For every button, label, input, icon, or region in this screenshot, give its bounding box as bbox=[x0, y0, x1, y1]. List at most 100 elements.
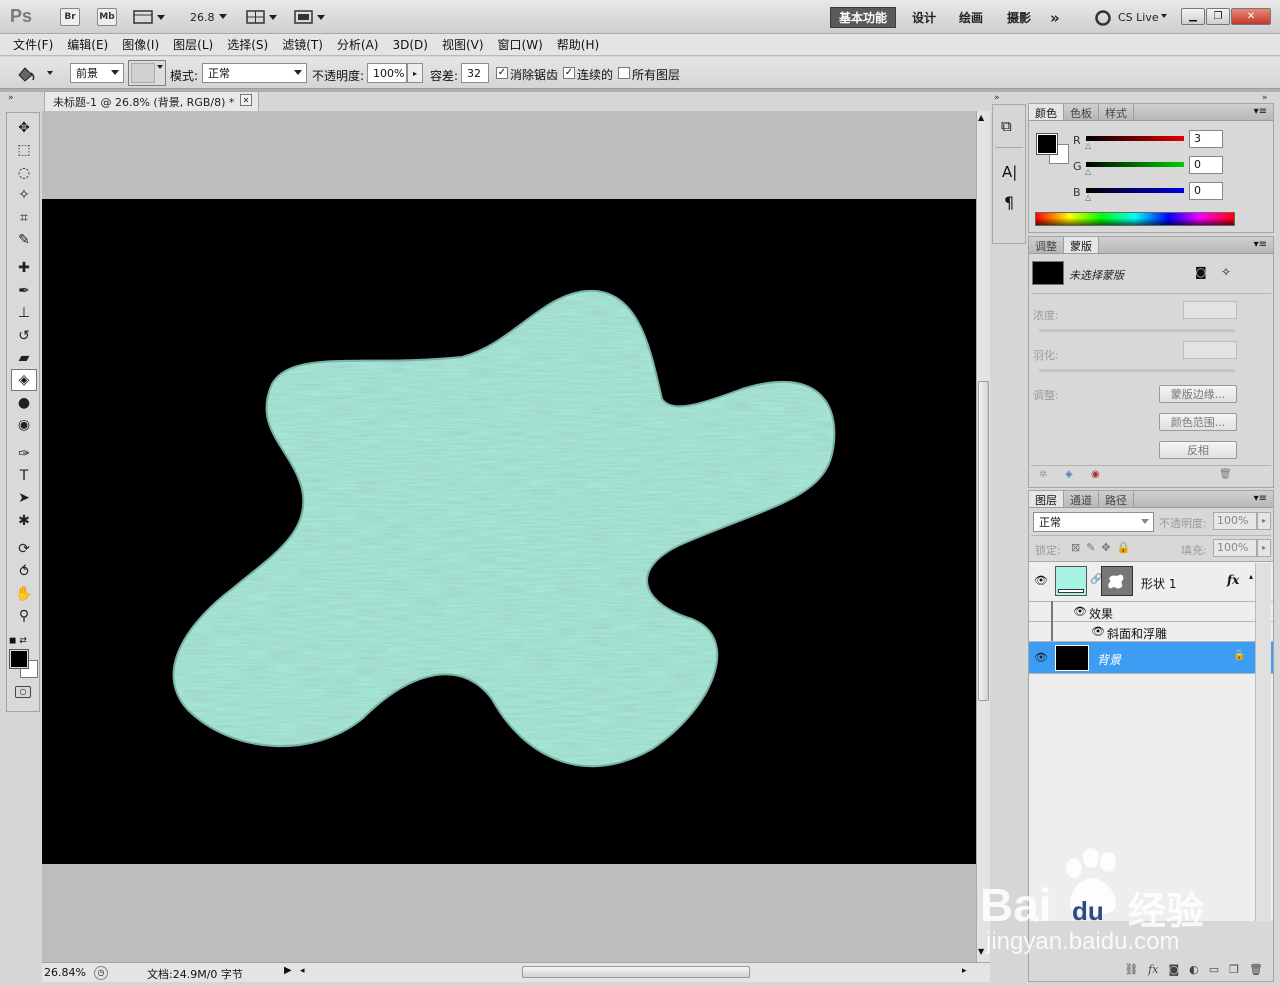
arrange-documents-button[interactable] bbox=[246, 9, 282, 25]
link-layers-icon[interactable]: ⛓ bbox=[1124, 963, 1138, 976]
tab-masks[interactable]: 蒙版 bbox=[1064, 237, 1099, 253]
background-layer-thumbnail[interactable] bbox=[1055, 645, 1089, 671]
layer-name[interactable]: 形状 1 bbox=[1141, 575, 1176, 592]
layer-effects-fx-icon[interactable]: fx bbox=[1227, 573, 1239, 587]
menu-file[interactable]: 文件(F) bbox=[6, 36, 60, 53]
collapse-effects-icon[interactable]: ▴ bbox=[1249, 572, 1253, 581]
contiguous-checkbox[interactable]: ✓ bbox=[563, 67, 575, 79]
stamp-tool[interactable]: ⊥ bbox=[11, 302, 37, 324]
menu-help[interactable]: 帮助(H) bbox=[550, 36, 606, 53]
triangle-right-icon[interactable]: ▸ bbox=[1257, 512, 1271, 530]
screen-mode-button[interactable] bbox=[294, 9, 330, 25]
lasso-tool[interactable]: ◌ bbox=[11, 162, 37, 184]
effects-visibility-eye-icon[interactable]: 👁 bbox=[1073, 605, 1087, 618]
tool-preset-picker[interactable] bbox=[14, 63, 60, 83]
bevel-visibility-eye-icon[interactable]: 👁 bbox=[1091, 625, 1105, 638]
paint-bucket-tool[interactable]: ◈ bbox=[11, 369, 37, 392]
dodge-tool[interactable]: ◉ bbox=[11, 414, 37, 436]
green-slider-thumb[interactable]: △ bbox=[1085, 167, 1091, 176]
pixel-mask-icon[interactable]: ◙ bbox=[1195, 265, 1207, 279]
vector-mask-icon[interactable]: ✧ bbox=[1221, 265, 1231, 279]
quick-select-tool[interactable]: ✧ bbox=[11, 184, 37, 206]
scroll-down-icon[interactable]: ▼ bbox=[978, 947, 984, 956]
close-document-icon[interactable]: ✕ bbox=[240, 94, 252, 106]
tab-layers[interactable]: 图层 bbox=[1029, 491, 1064, 507]
lock-icons[interactable]: ⊠✎✥🔒 bbox=[1071, 541, 1136, 554]
cs-live-icon[interactable] bbox=[1094, 9, 1112, 27]
density-slider[interactable] bbox=[1039, 329, 1235, 332]
type-tool[interactable]: T bbox=[11, 465, 37, 487]
bridge-button[interactable]: Br bbox=[60, 8, 80, 26]
history-panel-icon[interactable]: ⧉ bbox=[1001, 117, 1012, 135]
workspace-photography-button[interactable]: 摄影 bbox=[999, 7, 1039, 28]
load-selection-icon[interactable]: ✲ bbox=[1039, 469, 1047, 480]
new-layer-icon[interactable]: ❐ bbox=[1229, 963, 1239, 976]
collapse-panels-icon[interactable]: » bbox=[1262, 93, 1268, 103]
hand-tool[interactable]: ✋ bbox=[11, 583, 37, 605]
disable-mask-icon[interactable]: ◉ bbox=[1091, 469, 1100, 480]
blue-slider-thumb[interactable]: △ bbox=[1085, 193, 1091, 202]
red-value-input[interactable]: 3 bbox=[1189, 130, 1223, 148]
eraser-tool[interactable]: ▰ bbox=[11, 347, 37, 369]
add-mask-icon[interactable]: ◙ bbox=[1168, 963, 1179, 976]
layers-scrollbar[interactable] bbox=[1255, 563, 1271, 921]
status-expand-icon[interactable]: ▶ bbox=[284, 965, 296, 979]
feather-input[interactable] bbox=[1183, 341, 1237, 359]
layer-color-thumbnail[interactable] bbox=[1055, 566, 1087, 596]
cs-live-button[interactable]: CS Live bbox=[1118, 11, 1159, 24]
healing-tool[interactable]: ✚ bbox=[11, 257, 37, 279]
tab-paths[interactable]: 路径 bbox=[1099, 491, 1134, 507]
menu-image[interactable]: 图像(I) bbox=[115, 36, 166, 53]
scroll-right-icon[interactable]: ▸ bbox=[962, 966, 967, 976]
menu-edit[interactable]: 编辑(E) bbox=[60, 36, 115, 53]
minimize-button[interactable]: ▁ bbox=[1181, 8, 1205, 25]
layer-visibility-eye-icon[interactable]: 👁 bbox=[1034, 651, 1048, 664]
paragraph-panel-icon[interactable]: ¶ bbox=[1004, 193, 1014, 212]
vertical-scrollbar[interactable]: ▲ ▼ bbox=[976, 111, 990, 962]
workspace-design-button[interactable]: 设计 bbox=[904, 7, 944, 28]
workspace-essentials-button[interactable]: 基本功能 bbox=[830, 7, 897, 28]
new-group-icon[interactable]: ▭ bbox=[1209, 963, 1219, 976]
tab-color[interactable]: 颜色 bbox=[1029, 104, 1064, 120]
toolbox-foreground-swatch[interactable] bbox=[9, 648, 29, 669]
restore-button[interactable]: ❐ bbox=[1206, 8, 1230, 25]
zoom-tool[interactable]: ⚲ bbox=[11, 605, 37, 627]
invert-button[interactable]: 反相 bbox=[1159, 441, 1237, 459]
zoom-level-dropdown-icon[interactable] bbox=[219, 14, 227, 19]
add-style-fx-icon[interactable]: fx bbox=[1148, 963, 1158, 976]
red-slider-thumb[interactable]: △ bbox=[1085, 141, 1091, 150]
layer-visibility-eye-icon[interactable]: 👁 bbox=[1034, 574, 1048, 587]
foreground-color-swatch[interactable] bbox=[1036, 133, 1058, 155]
panel-menu-icon[interactable]: ▾≡ bbox=[1254, 106, 1267, 117]
menu-view[interactable]: 视图(V) bbox=[435, 36, 491, 53]
apply-mask-icon[interactable]: ◈ bbox=[1065, 469, 1073, 480]
tab-adjustments[interactable]: 调整 bbox=[1029, 237, 1064, 253]
vertical-scroll-thumb[interactable] bbox=[978, 381, 989, 701]
path-select-tool[interactable]: ➤ bbox=[11, 487, 37, 509]
blend-mode-select[interactable]: 正常 bbox=[1033, 512, 1154, 532]
triangle-right-icon[interactable]: ▸ bbox=[1257, 539, 1271, 557]
menu-window[interactable]: 窗口(W) bbox=[491, 36, 550, 53]
all-layers-checkbox[interactable] bbox=[618, 67, 630, 79]
mini-bridge-button[interactable]: Mb bbox=[97, 8, 117, 26]
vector-mask-thumbnail[interactable] bbox=[1101, 566, 1133, 596]
layer-row-background[interactable]: 👁 背景 🔒 bbox=[1029, 642, 1273, 674]
density-input[interactable] bbox=[1183, 301, 1237, 319]
mask-edge-button[interactable]: 蒙版边缘... bbox=[1159, 385, 1237, 403]
red-slider-track[interactable] bbox=[1086, 136, 1184, 141]
layer-effects-row[interactable]: 👁 效果 bbox=[1029, 601, 1273, 649]
cs-live-dropdown-icon[interactable] bbox=[1161, 14, 1167, 18]
color-range-button[interactable]: 颜色范围... bbox=[1159, 413, 1237, 431]
default-colors-icon[interactable]: ◼ ⇄ bbox=[9, 636, 27, 646]
fill-source-select[interactable]: 前景 bbox=[70, 63, 124, 83]
mode-select[interactable]: 正常 bbox=[202, 63, 307, 83]
opacity-slider-button[interactable]: ▸ bbox=[407, 63, 423, 83]
collapse-mini-panels-icon[interactable]: » bbox=[994, 93, 1000, 103]
pen-tool[interactable]: ✑ bbox=[11, 443, 37, 465]
crop-tool[interactable]: ⌗ bbox=[11, 207, 37, 229]
document-canvas[interactable] bbox=[42, 199, 976, 864]
history-brush-tool[interactable]: ↺ bbox=[11, 325, 37, 347]
pattern-picker[interactable] bbox=[128, 60, 166, 86]
fill-input[interactable]: 100% bbox=[1213, 539, 1257, 557]
document-tab[interactable]: 未标题-1 @ 26.8% (背景, RGB/8) * ✕ bbox=[44, 91, 259, 111]
